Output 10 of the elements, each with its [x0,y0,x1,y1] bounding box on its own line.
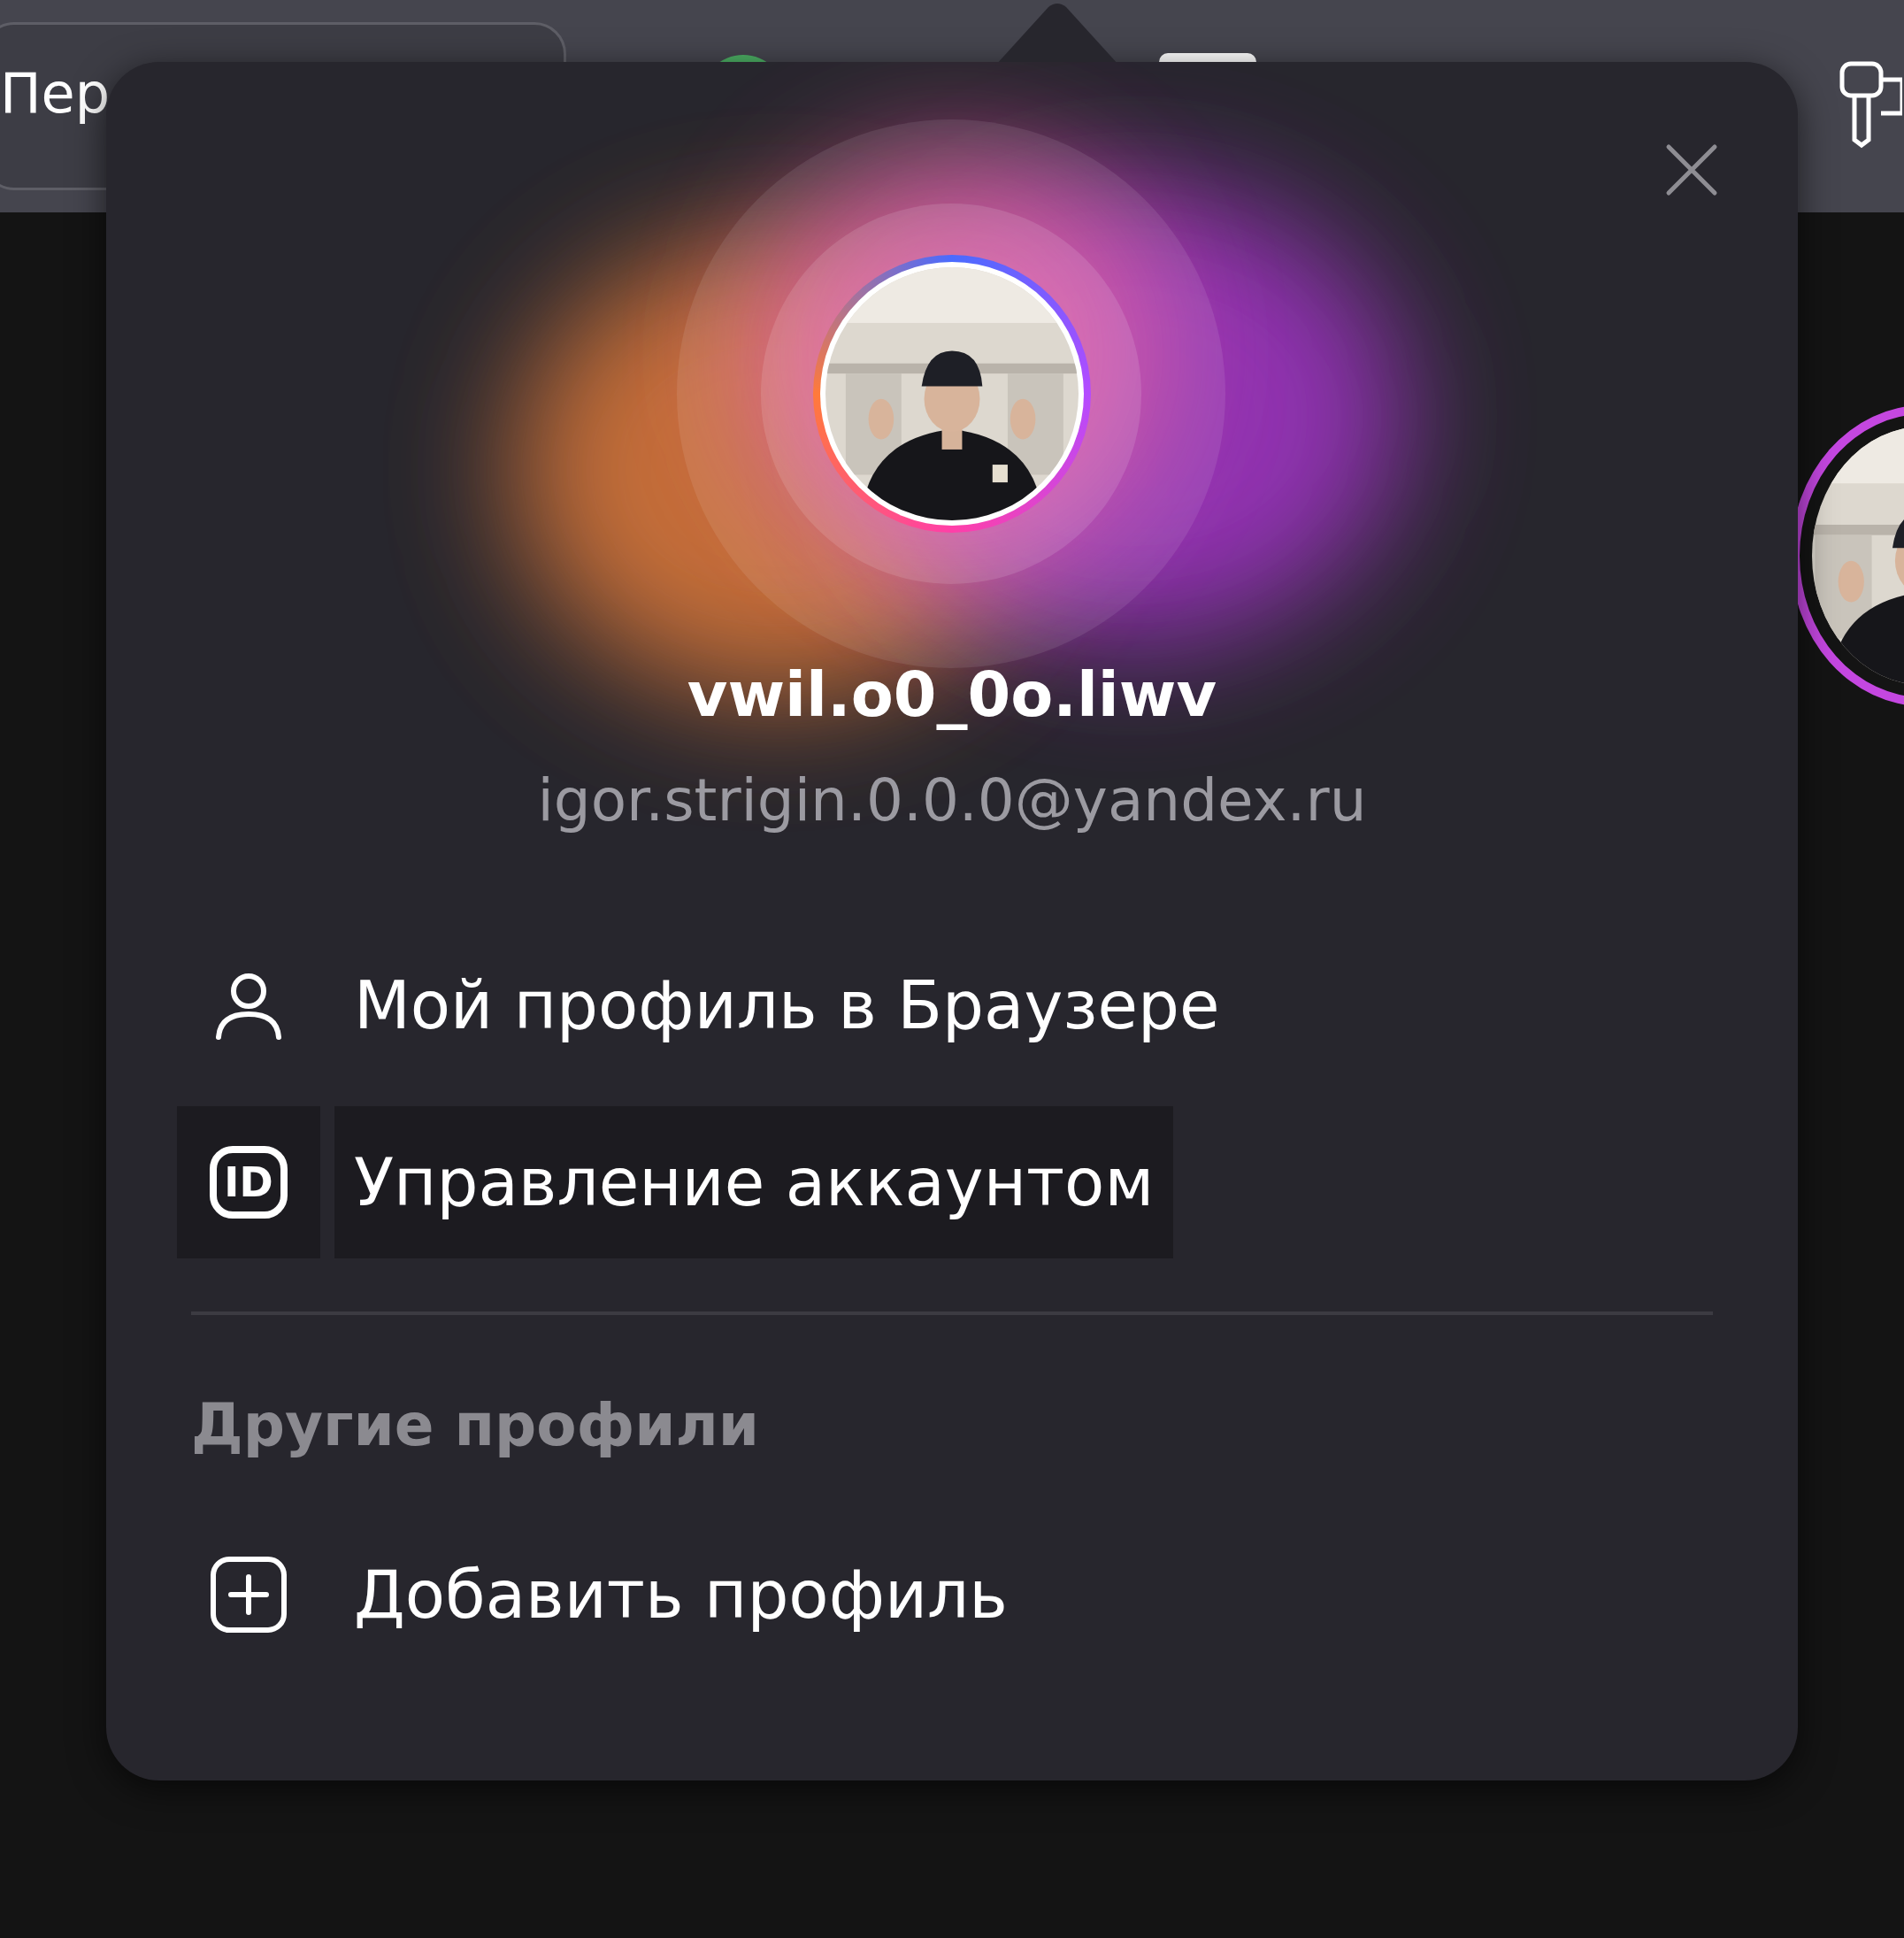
menu-item[interactable]: Добавить профиль [177,1519,1027,1671]
key-icon [1839,60,1902,149]
section-title: Другие профили [191,1390,761,1461]
id-badge: ID [210,1146,288,1219]
username: vwil.o0_0o.liwv [687,658,1217,733]
email-text: igor.strigin.0.0.0@yandex.ru [537,765,1367,836]
close-icon [1665,143,1718,196]
plus-icon [210,1556,288,1634]
menu-item[interactable]: Мой профиль в Браузере [177,929,1240,1081]
close-button[interactable] [1665,143,1718,196]
